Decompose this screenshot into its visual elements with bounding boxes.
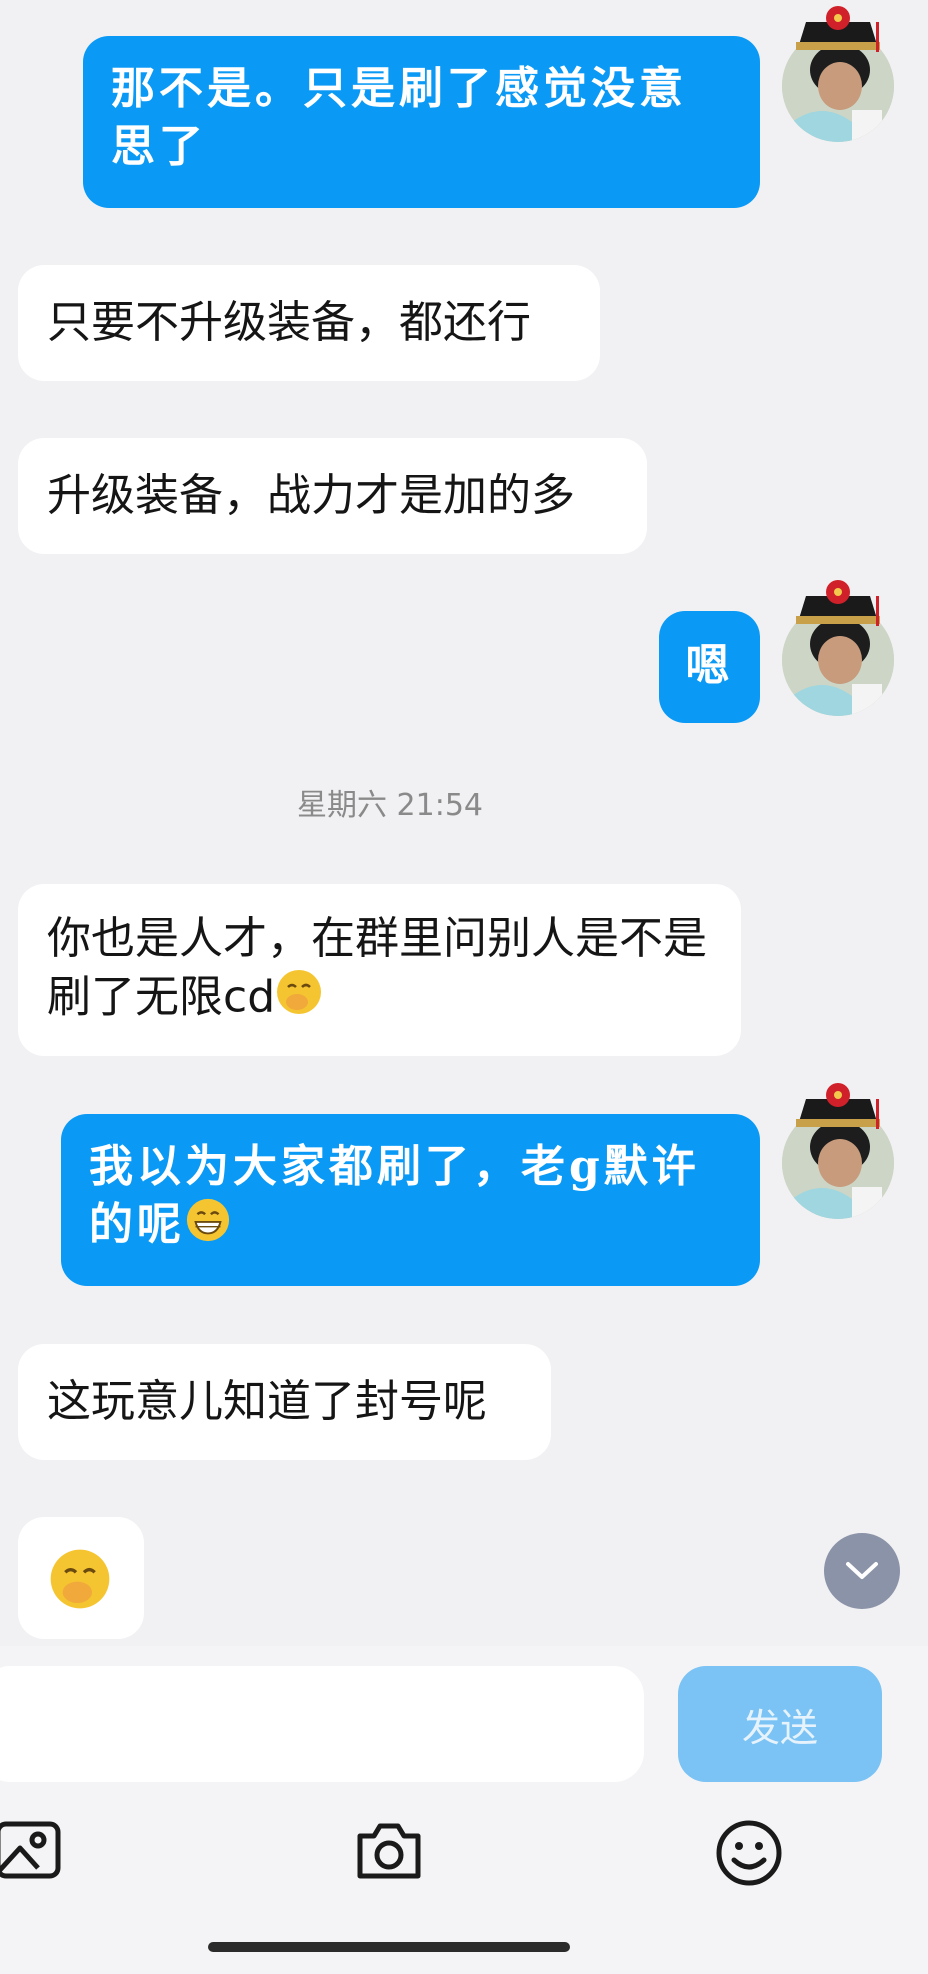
message-text: 我以为大家都刷了，老g默许的呢 [89, 1141, 700, 1250]
message-text: 这玩意儿知道了封号呢 [47, 1376, 487, 1427]
avatar[interactable] [782, 580, 894, 716]
message-text: 只要不升级装备，都还行 [47, 297, 531, 348]
input-bar: 发送 [0, 1646, 928, 1974]
send-button-label: 发送 [741, 1705, 818, 1750]
smiley-icon[interactable] [714, 1818, 794, 1888]
incoming-message-bubble[interactable]: 只要不升级装备，都还行 [18, 265, 600, 381]
scroll-to-bottom-button[interactable] [824, 1533, 900, 1609]
message-list[interactable]: 那不是。只是刷了感觉没意思了 只要不升级装备，都还行 升级装备，战力才是加的多 … [0, 0, 928, 1646]
avatar[interactable] [782, 6, 894, 142]
incoming-message-bubble[interactable]: 这玩意儿知道了封号呢 [18, 1344, 551, 1460]
avatar[interactable] [782, 1083, 894, 1219]
message-text: 嗯 [685, 640, 734, 691]
incoming-message-bubble[interactable]: 升级装备，战力才是加的多 [18, 438, 647, 554]
outgoing-message-bubble[interactable]: 那不是。只是刷了感觉没意思了 [83, 36, 760, 208]
incoming-message-bubble[interactable]: 你也是人才，在群里问别人是不是刷了无限cd [18, 884, 741, 1056]
crown-hat-icon [796, 1083, 880, 1129]
grin-emoji [185, 1197, 231, 1258]
chevron-down-icon [846, 1562, 878, 1579]
message-text: 你也是人才，在群里问别人是不是刷了无限cd [47, 913, 707, 1023]
chat-screen: 那不是。只是刷了感觉没意思了 只要不升级装备，都还行 升级装备，战力才是加的多 … [0, 0, 928, 1974]
timestamp: 星期六 21:54 [297, 788, 483, 823]
message-text: 那不是。只是刷了感觉没意思了 [111, 63, 687, 172]
home-indicator[interactable] [208, 1942, 570, 1952]
crown-hat-icon [796, 580, 880, 626]
hand-over-mouth-emoji [48, 1547, 112, 1626]
send-button[interactable]: 发送 [678, 1666, 882, 1782]
image-icon[interactable] [0, 1818, 74, 1888]
incoming-message-bubble[interactable] [18, 1517, 144, 1639]
outgoing-message-bubble[interactable]: 嗯 [659, 611, 760, 723]
message-text: 升级装备，战力才是加的多 [47, 470, 575, 521]
hand-over-mouth-emoji [275, 968, 323, 1031]
crown-hat-icon [796, 6, 880, 52]
outgoing-message-bubble[interactable]: 我以为大家都刷了，老g默许的呢 [61, 1114, 760, 1286]
camera-icon[interactable] [354, 1818, 434, 1888]
message-input[interactable] [0, 1666, 644, 1782]
